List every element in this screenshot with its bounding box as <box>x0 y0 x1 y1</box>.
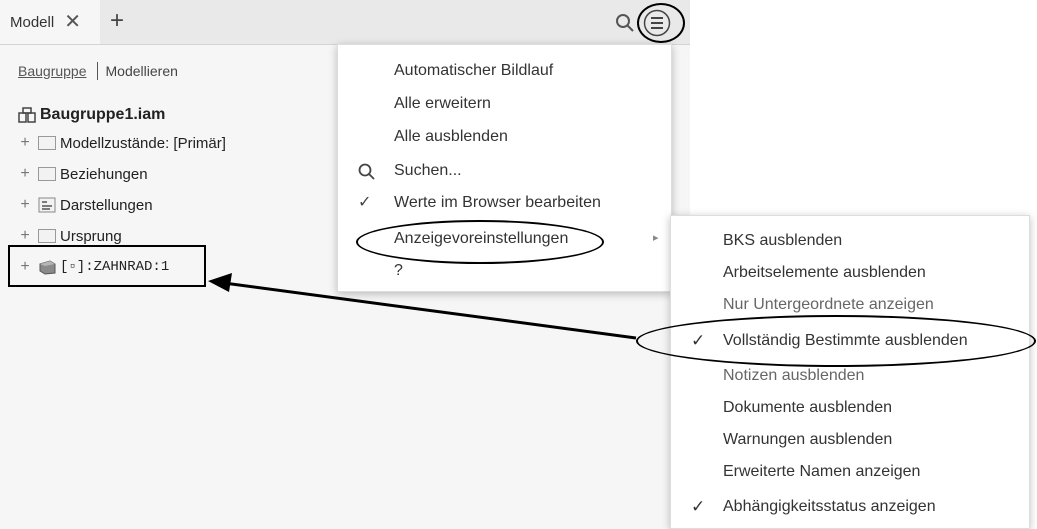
tree-root[interactable]: Baugruppe1.iam <box>18 104 165 126</box>
highlight-rectangle-annotation <box>8 245 206 287</box>
tree-item-ursprung[interactable]: + Ursprung <box>18 225 122 247</box>
assembly-icon <box>18 107 36 123</box>
submenu-item-show-extended-names[interactable]: Erweiterte Namen anzeigen <box>723 460 920 484</box>
folder-icon <box>38 136 56 150</box>
search-icon[interactable] <box>615 13 635 33</box>
menu-item-edit-values[interactable]: Werte im Browser bearbeiten <box>394 191 601 215</box>
tree-item-label: Beziehungen <box>60 165 148 183</box>
menu-item-help[interactable]: ? <box>394 259 403 283</box>
tree-item-label: Ursprung <box>60 227 122 245</box>
search-icon <box>358 163 375 180</box>
representations-icon <box>38 197 56 213</box>
tree-item-label: Modellzustände: [Primär] <box>60 134 226 152</box>
menu-item-search[interactable]: Suchen... <box>394 159 462 183</box>
mode-switcher: Baugruppe Modellieren <box>18 62 178 80</box>
mode-divider <box>96 62 98 80</box>
display-preferences-submenu: BKS ausblenden Arbeitselemente ausblende… <box>670 215 1030 529</box>
expand-icon[interactable]: + <box>18 227 32 245</box>
highlight-circle-annotation <box>637 3 685 43</box>
menu-item-expand-all[interactable]: Alle erweitern <box>394 92 491 116</box>
expand-icon[interactable]: + <box>18 196 32 214</box>
submenu-item-hide-notes[interactable]: Notizen ausblenden <box>723 364 864 388</box>
submenu-item-hide-work-features[interactable]: Arbeitselemente ausblenden <box>723 261 926 285</box>
folder-icon <box>38 167 56 181</box>
tree-item-beziehungen[interactable]: + Beziehungen <box>18 163 148 185</box>
folder-icon <box>38 229 56 243</box>
check-icon: ✓ <box>358 194 372 211</box>
menu-item-auto-scroll[interactable]: Automatischer Bildlauf <box>394 59 553 83</box>
submenu-item-hide-ucs[interactable]: BKS ausblenden <box>723 229 842 253</box>
close-icon[interactable]: ✕ <box>64 12 81 32</box>
mode-baugruppe[interactable]: Baugruppe <box>18 63 87 79</box>
tree-item-modellzustaende[interactable]: + Modellzustände: [Primär] <box>18 132 226 154</box>
submenu-item-show-dependency-status[interactable]: Abhängigkeitsstatus anzeigen <box>723 495 936 519</box>
highlight-oval-annotation <box>356 220 604 264</box>
submenu-item-show-children-only[interactable]: Nur Untergeordnete anzeigen <box>723 293 934 317</box>
submenu-arrow-icon: ▸ <box>653 232 659 244</box>
menu-item-collapse-all[interactable]: Alle ausblenden <box>394 125 508 149</box>
tab-bar: Modell ✕ + <box>0 0 690 45</box>
tab-label: Modell <box>10 13 55 31</box>
submenu-item-hide-warnings[interactable]: Warnungen ausblenden <box>723 428 892 452</box>
submenu-item-hide-documents[interactable]: Dokumente ausblenden <box>723 396 892 420</box>
highlight-oval-annotation <box>636 315 1036 367</box>
add-tab-button[interactable]: + <box>110 8 124 34</box>
tree-item-darstellungen[interactable]: + Darstellungen <box>18 194 153 216</box>
tree-item-label: Darstellungen <box>60 196 153 214</box>
mode-modellieren[interactable]: Modellieren <box>106 63 178 79</box>
check-icon: ✓ <box>691 497 706 516</box>
expand-icon[interactable]: + <box>18 134 32 152</box>
tab-modell[interactable]: Modell ✕ <box>0 0 100 44</box>
tree-root-label: Baugruppe1.iam <box>40 106 166 123</box>
expand-icon[interactable]: + <box>18 165 32 183</box>
